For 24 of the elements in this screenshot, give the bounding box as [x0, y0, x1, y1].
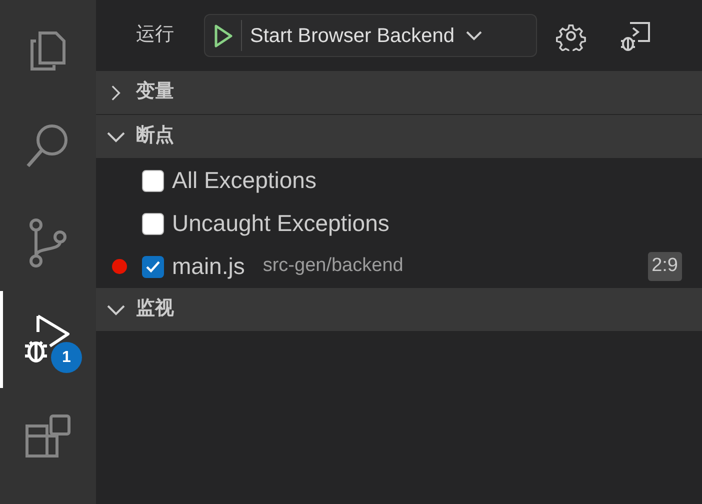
breakpoint-label: All Exceptions: [172, 166, 316, 196]
chevron-down-icon: [106, 130, 126, 144]
section-header[interactable]: 断点: [96, 115, 702, 158]
checkmark-icon: [145, 260, 161, 274]
play-icon[interactable]: [213, 24, 233, 48]
checkbox[interactable]: [142, 212, 164, 234]
section-title: 监视: [136, 296, 174, 322]
section-title: 变量: [136, 80, 174, 104]
chevron-down-icon: [106, 302, 126, 316]
panel-title: 运行: [136, 23, 174, 48]
breakpoint-label: Uncaught Exceptions: [172, 209, 390, 238]
checkbox[interactable]: [142, 170, 164, 192]
section-header[interactable]: 监视: [96, 288, 702, 331]
file-path: src-gen/backend: [262, 254, 404, 278]
notification-badge: 1: [51, 342, 82, 373]
section-header[interactable]: 变量: [96, 71, 702, 114]
checkbox[interactable]: [142, 256, 164, 278]
configuration-name: Start Browser Backend: [250, 24, 455, 48]
chevron-down-icon: [464, 30, 483, 42]
section-title: 断点: [136, 124, 174, 148]
line-column-badge: 2:9: [648, 252, 682, 281]
configuration-dropdown[interactable]: Start Browser Backend: [204, 14, 537, 57]
activity-bar-item[interactable]: 1: [0, 291, 96, 388]
file-name: main.js: [172, 252, 245, 282]
